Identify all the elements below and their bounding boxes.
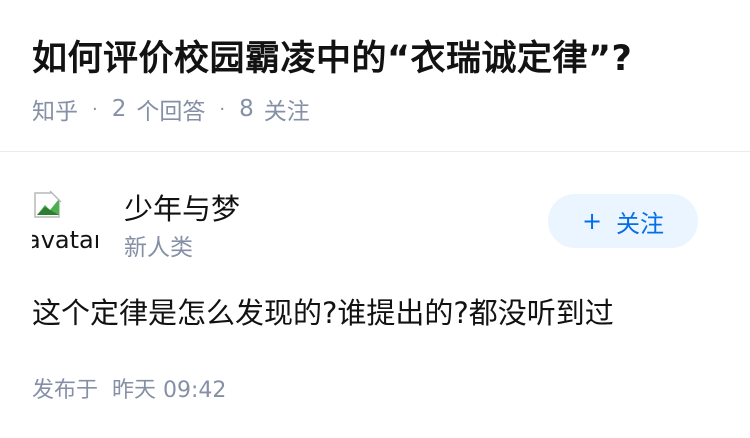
published-label: 发布于 [32, 378, 99, 403]
author-card: avatar 少年与梦 新人类 + 关注 [32, 182, 718, 262]
author-name[interactable]: 少年与梦 [124, 186, 240, 228]
follow-button[interactable]: + 关注 [548, 194, 698, 248]
separator-dot: · [219, 98, 226, 120]
answer-count: 2 [111, 96, 127, 122]
avatar-alt-text: avatar [32, 226, 98, 252]
follow-button-label: 关注 [616, 209, 665, 238]
follow-count-label: 关注 [263, 99, 310, 125]
broken-image-icon [34, 190, 62, 218]
question-title[interactable]: 如何评价校园霸凌中的“衣瑞诚定律”? [32, 36, 732, 82]
answer-timestamp: 发布于 昨天 09:42 [32, 372, 226, 404]
question-meta: 知乎 · 2 个回答 · 8 关注 [32, 92, 732, 126]
answer-content[interactable]: 这个定律是怎么发现的?谁提出的?都没听到过 [32, 290, 614, 332]
author-badge: 新人类 [124, 235, 193, 261]
plus-icon: + [581, 207, 603, 235]
follow-count: 8 [239, 96, 254, 122]
question-header: 如何评价校园霸凌中的“衣瑞诚定律”? 知乎 · 2 个回答 · 8 关注 [32, 36, 732, 126]
source-label[interactable]: 知乎 [32, 92, 78, 126]
section-divider [0, 151, 750, 152]
separator-dot: · [92, 98, 98, 120]
published-time: 昨天 09:42 [112, 378, 227, 403]
avatar[interactable]: avatar [32, 186, 98, 252]
answer-count-label[interactable]: 个回答 [136, 92, 205, 126]
